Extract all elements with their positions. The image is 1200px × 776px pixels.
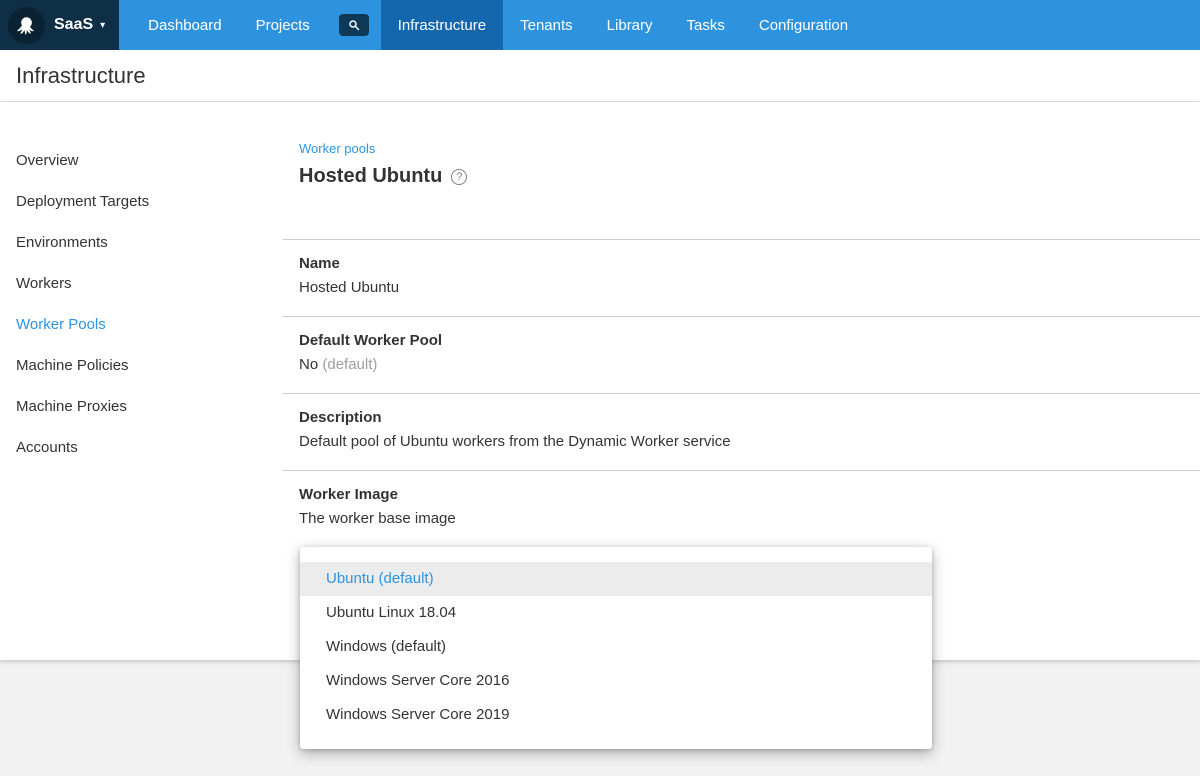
section-value-muted: (default): [318, 356, 377, 373]
help-icon[interactable]: ?: [451, 169, 467, 185]
nav-search-button[interactable]: [327, 0, 381, 50]
octopus-logo-icon: [8, 7, 45, 44]
entity-header: Worker pools Hosted Ubuntu ?: [283, 102, 1200, 240]
sidebar-item-overview[interactable]: Overview: [0, 140, 283, 181]
dropdown-option-ubuntu-default[interactable]: Ubuntu (default): [300, 562, 932, 596]
nav-item-tasks[interactable]: Tasks: [670, 0, 742, 50]
detail-sections: Name Hosted Ubuntu Default Worker Pool No (…: [283, 240, 1200, 547]
brand-menu[interactable]: SaaS ▾: [0, 0, 119, 50]
sidebar-item-workers[interactable]: Workers: [0, 263, 283, 304]
chevron-down-icon: ▾: [100, 20, 105, 31]
nav-item-projects[interactable]: Projects: [239, 0, 327, 50]
nav-item-tenants[interactable]: Tenants: [503, 0, 590, 50]
page-title: Infrastructure: [16, 63, 146, 89]
top-navigation: SaaS ▾ DashboardProjects InfrastructureTe…: [0, 0, 1200, 50]
section-value: The worker base image: [299, 510, 1184, 527]
dropdown-option-windows-server-core-2016[interactable]: Windows Server Core 2016: [300, 664, 932, 698]
dropdown-option-windows-server-core-2019[interactable]: Windows Server Core 2019: [300, 698, 932, 732]
section-label: Worker Image: [299, 486, 1184, 503]
sidebar-item-accounts[interactable]: Accounts: [0, 427, 283, 468]
section-description: Description Default pool of Ubuntu worker…: [283, 394, 1200, 471]
section-worker-image: Worker Image The worker base image: [283, 471, 1200, 547]
section-label: Description: [299, 409, 1184, 426]
worker-image-dropdown: Ubuntu (default)Ubuntu Linux 18.04Window…: [300, 547, 932, 749]
dropdown-option-windows-default[interactable]: Windows (default): [300, 630, 932, 664]
section-name: Name Hosted Ubuntu: [283, 240, 1200, 317]
section-label: Name: [299, 255, 1184, 272]
entity-title-row: Hosted Ubuntu ?: [299, 165, 1184, 188]
sidebar: OverviewDeployment TargetsEnvironmentsWo…: [0, 102, 283, 660]
section-default-worker-pool: Default Worker Pool No (default): [283, 317, 1200, 394]
topnav-items: DashboardProjects InfrastructureTenantsLi…: [131, 0, 865, 50]
sidebar-item-machine-policies[interactable]: Machine Policies: [0, 345, 283, 386]
sidebar-item-deployment-targets[interactable]: Deployment Targets: [0, 181, 283, 222]
brand-label: SaaS: [54, 16, 93, 34]
search-icon: [339, 14, 369, 36]
nav-item-library[interactable]: Library: [590, 0, 670, 50]
section-label: Default Worker Pool: [299, 332, 1184, 349]
sidebar-item-worker-pools[interactable]: Worker Pools: [0, 304, 283, 345]
app-root: SaaS ▾ DashboardProjectsInfrastructureTe…: [0, 0, 1200, 776]
nav-item-infrastructure[interactable]: Infrastructure: [381, 0, 503, 50]
dropdown-option-ubuntu-linux-18-04[interactable]: Ubuntu Linux 18.04: [300, 596, 932, 630]
sidebar-item-environments[interactable]: Environments: [0, 222, 283, 263]
section-value: No (default): [299, 356, 1184, 373]
page-header: Infrastructure: [0, 50, 1200, 102]
entity-title: Hosted Ubuntu: [299, 165, 442, 188]
nav-item-dashboard[interactable]: Dashboard: [131, 0, 238, 50]
section-value: Default pool of Ubuntu workers from the …: [299, 433, 1184, 450]
section-value: Hosted Ubuntu: [299, 279, 1184, 296]
sidebar-item-machine-proxies[interactable]: Machine Proxies: [0, 386, 283, 427]
nav-item-configuration[interactable]: Configuration: [742, 0, 865, 50]
breadcrumb[interactable]: Worker pools: [299, 141, 375, 156]
